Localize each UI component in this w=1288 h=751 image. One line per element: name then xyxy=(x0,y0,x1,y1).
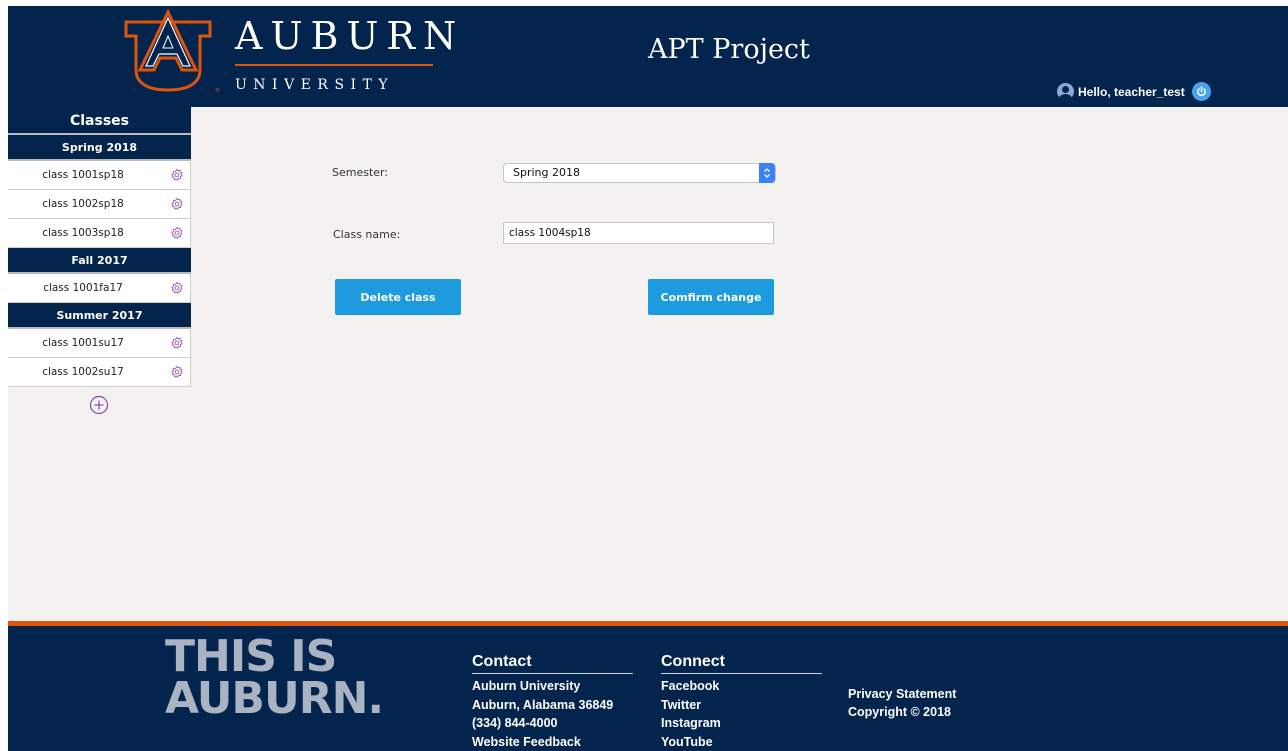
gear-icon[interactable] xyxy=(170,281,184,295)
footer-contact: Contact Auburn University Auburn, Alabam… xyxy=(472,653,633,751)
select-arrows-icon xyxy=(759,163,775,183)
twitter-link[interactable]: Twitter xyxy=(661,696,822,715)
youtube-link[interactable]: YouTube xyxy=(661,733,822,751)
logo-auburn-text: AUBURN xyxy=(235,14,465,58)
contact-line: (334) 844-4000 xyxy=(472,716,558,730)
greeting-text: Hello, teacher_test xyxy=(1078,84,1185,99)
confirm-change-button[interactable]: Comfirm change xyxy=(648,279,774,315)
sidebar-group-fall-2017: Fall 2017 xyxy=(8,248,191,274)
sidebar-item-class-1001sp18[interactable]: class 1001sp18 xyxy=(8,161,191,190)
website-feedback-link[interactable]: Website Feedback xyxy=(472,733,633,751)
contact-line: Auburn, Alabama 36849 xyxy=(472,697,614,712)
semester-select[interactable]: Spring 2018 xyxy=(503,163,776,183)
class-name-label: Class name: xyxy=(333,228,401,241)
user-avatar-icon xyxy=(1057,83,1074,100)
page-title: APT Project xyxy=(648,34,810,65)
footer-connect: Connect Facebook Twitter Instagram YouTu… xyxy=(661,653,822,751)
facebook-link[interactable]: Facebook xyxy=(661,677,822,696)
gear-icon[interactable] xyxy=(170,168,184,182)
user-greeting: Hello, teacher_test xyxy=(1057,82,1211,101)
connect-heading: Connect xyxy=(661,653,822,674)
sidebar-item-class-1001fa17[interactable]: class 1001fa17 xyxy=(8,274,191,303)
tagline-line-1: THIS IS xyxy=(165,631,337,682)
sidebar-group-summer-2017: Summer 2017 xyxy=(8,303,191,329)
sidebar-item-label: class 1001su17 xyxy=(42,337,124,349)
semester-label: Semester: xyxy=(332,166,389,179)
logo-university-text: UNIVERSITY xyxy=(235,77,395,93)
logo-wordmark: AUBURN UNIVERSITY xyxy=(235,14,465,94)
gear-icon[interactable] xyxy=(170,226,184,240)
class-sidebar: Classes Spring 2018 class 1001sp18 class… xyxy=(8,107,191,415)
auburn-logo-icon[interactable]: ® xyxy=(116,8,220,94)
sidebar-item-label: class 1003sp18 xyxy=(42,227,124,239)
logout-button[interactable] xyxy=(1191,82,1211,101)
contact-heading: Contact xyxy=(472,653,633,674)
sidebar-item-label: class 1001sp18 xyxy=(42,169,124,181)
site-footer: THIS IS AUBURN. Contact Auburn Universit… xyxy=(8,626,1288,751)
sidebar-group-spring-2018: Spring 2018 xyxy=(8,135,191,161)
sidebar-title: Classes xyxy=(8,107,191,135)
delete-class-button[interactable]: Delete class xyxy=(335,279,461,315)
class-name-input[interactable] xyxy=(503,222,774,244)
contact-line: Auburn University xyxy=(472,679,581,693)
gear-icon[interactable] xyxy=(170,197,184,211)
sidebar-item-class-1001su17[interactable]: class 1001su17 xyxy=(8,329,191,358)
sidebar-item-label: class 1001fa17 xyxy=(43,282,123,294)
power-icon xyxy=(1196,86,1206,97)
gear-icon[interactable] xyxy=(170,336,184,350)
logo-divider xyxy=(235,64,433,66)
semester-selected-value: Spring 2018 xyxy=(513,166,580,179)
main-content xyxy=(8,107,1288,621)
gear-icon[interactable] xyxy=(170,365,184,379)
add-class-button[interactable] xyxy=(89,395,109,415)
tagline-line-2: AUBURN. xyxy=(165,673,384,724)
sidebar-item-class-1003sp18[interactable]: class 1003sp18 xyxy=(8,219,191,248)
site-header: ® AUBURN UNIVERSITY APT Project Hello, t… xyxy=(8,6,1288,107)
instagram-link[interactable]: Instagram xyxy=(661,714,822,733)
sidebar-item-label: class 1002sp18 xyxy=(42,198,124,210)
svg-text:®: ® xyxy=(215,87,220,94)
privacy-statement-link[interactable]: Privacy Statement xyxy=(848,685,956,703)
copyright-text: Copyright © 2018 xyxy=(848,705,951,719)
sidebar-item-class-1002sp18[interactable]: class 1002sp18 xyxy=(8,190,191,219)
sidebar-item-class-1002su17[interactable]: class 1002su17 xyxy=(8,358,191,387)
footer-tagline: THIS IS AUBURN. xyxy=(165,631,384,724)
sidebar-item-label: class 1002su17 xyxy=(42,366,124,378)
footer-legal: Privacy Statement Copyright © 2018 xyxy=(848,685,956,721)
